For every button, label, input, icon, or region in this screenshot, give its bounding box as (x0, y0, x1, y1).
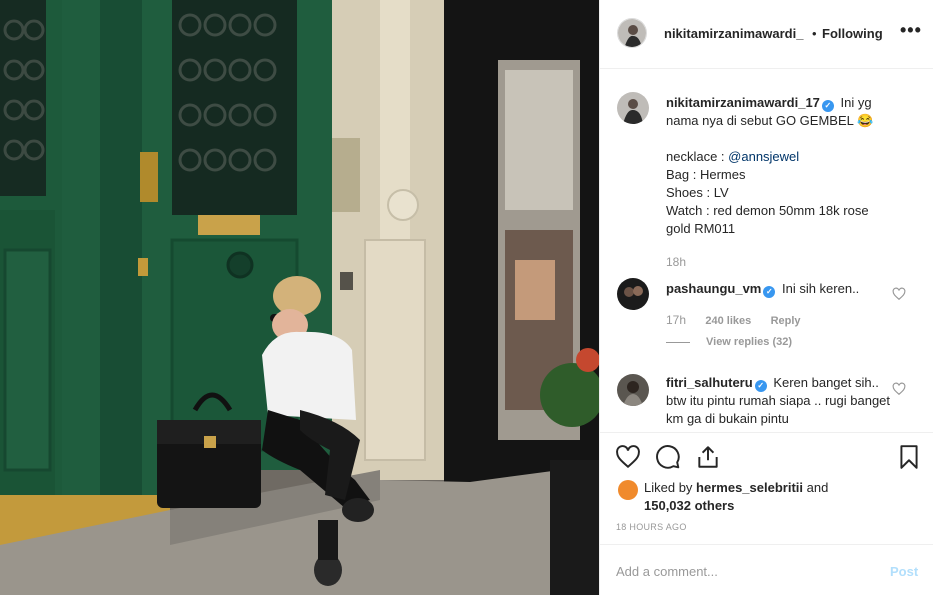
comment-username[interactable]: pashaungu_vm (666, 281, 761, 296)
view-replies-button[interactable]: View replies (32) (666, 336, 792, 348)
following-button[interactable]: Following (822, 26, 883, 41)
photo-illustration (0, 0, 599, 595)
comment-item: fitri_salhuteru ✓ Keren banget sih.. btw … (666, 374, 892, 428)
comment-item: pashaungu_vm ✓ Ini sih keren.. (666, 280, 892, 298)
comment-avatar[interactable] (617, 374, 649, 406)
post-timestamp[interactable]: 18 HOURS AGO (616, 522, 687, 532)
likes-and: and (803, 480, 829, 495)
comment-reply-button[interactable]: Reply (771, 315, 801, 327)
caption-meta: 18h (666, 255, 702, 269)
share-icon[interactable] (695, 444, 721, 470)
like-heart-icon[interactable] (615, 444, 641, 470)
likes-prefix: Liked by (644, 480, 697, 495)
caption-avatar[interactable] (617, 92, 649, 124)
header-separator: • (812, 26, 817, 41)
add-comment-bar: Post (600, 544, 933, 595)
liker-username[interactable]: hermes_selebritii (696, 480, 803, 495)
post-header: nikitamirzanimawardi_ • Following ••• (600, 0, 933, 69)
comment-bubble-icon[interactable] (655, 444, 681, 470)
verified-badge-icon: ✓ (821, 100, 834, 112)
caption-username[interactable]: nikitamirzanimawardi_17 (666, 95, 820, 110)
comment-time[interactable]: 17h (666, 313, 686, 327)
comment-meta: 17h 240 likes Reply (666, 313, 817, 327)
more-options-icon[interactable]: ••• (900, 20, 922, 41)
comment-text: Ini sih keren.. (781, 281, 860, 296)
comment-like-heart-icon[interactable] (892, 382, 906, 396)
caption-shoes: Shoes : LV (666, 185, 729, 200)
verified-badge-icon: ✓ (763, 286, 776, 298)
save-bookmark-icon[interactable] (896, 444, 922, 470)
view-replies-label: View replies (32) (706, 336, 793, 348)
caption-time[interactable]: 18h (666, 255, 686, 269)
author-username[interactable]: nikitamirzanimawardi_ (664, 26, 803, 41)
post-actions: Liked by hermes_selebritii and 150,032 o… (600, 432, 933, 544)
caption-bag: Bag : Hermes (666, 167, 746, 182)
post-comment-button[interactable]: Post (890, 564, 918, 579)
post-panel: nikitamirzanimawardi_ • Following ••• ni… (599, 0, 933, 595)
comment-likes[interactable]: 240 likes (705, 315, 751, 327)
comments-list[interactable]: nikitamirzanimawardi_17 ✓ Ini yg nama nya… (600, 70, 933, 432)
comment-like-heart-icon[interactable] (892, 287, 906, 301)
comment-username[interactable]: fitri_salhuteru (666, 375, 753, 390)
author-avatar[interactable] (617, 18, 647, 48)
liker-avatar[interactable] (618, 480, 638, 500)
comment-input[interactable] (616, 562, 876, 580)
post-photo[interactable] (0, 0, 599, 595)
comment-avatar[interactable] (617, 278, 649, 310)
caption-watch: Watch : red demon 50mm 18k rose gold RM0… (666, 203, 869, 236)
caption-mention-link[interactable]: @annsjewel (728, 149, 799, 164)
verified-badge-icon: ✓ (754, 380, 767, 392)
likes-count-button[interactable]: 150,032 others (644, 498, 734, 513)
caption-necklace-label: necklace : (666, 149, 729, 164)
caption: nikitamirzanimawardi_17 ✓ Ini yg nama nya… (666, 94, 892, 238)
